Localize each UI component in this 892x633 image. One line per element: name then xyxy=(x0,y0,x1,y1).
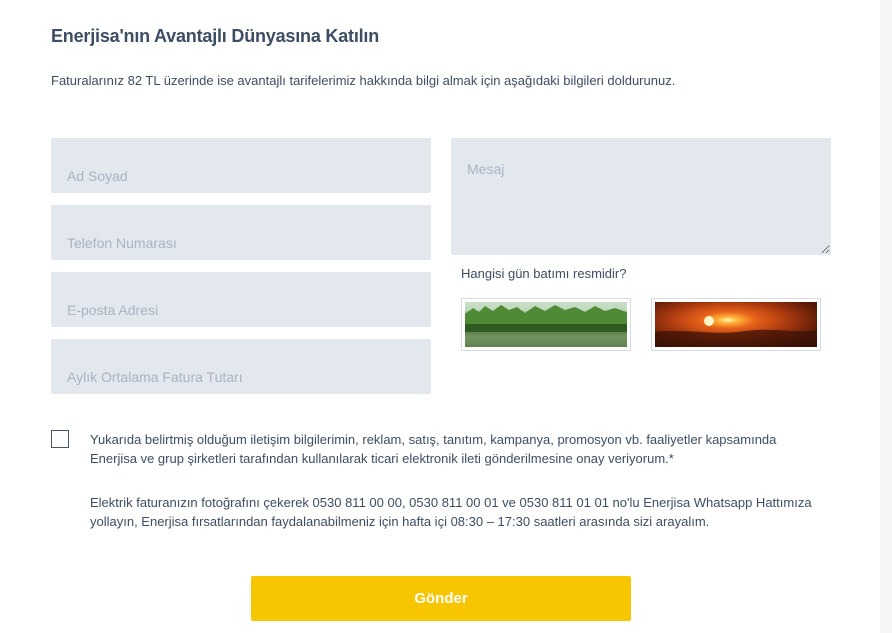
consent-checkbox[interactable] xyxy=(51,430,69,448)
submit-button[interactable]: Gönder xyxy=(251,576,631,621)
form-card: Enerjisa'nın Avantajlı Dünyasına Katılın… xyxy=(0,0,880,633)
captcha-question: Hangisi gün batımı resmidir? xyxy=(461,266,627,281)
sun-icon xyxy=(655,316,817,347)
captcha-option-sunset[interactable] xyxy=(651,298,821,351)
bill-amount-input[interactable] xyxy=(51,339,431,394)
name-input[interactable] xyxy=(51,138,431,193)
email-input[interactable] xyxy=(51,272,431,327)
forest-trees-icon xyxy=(465,305,627,347)
whatsapp-info-text: Elektrik faturanızın fotoğrafını çekerek… xyxy=(90,495,812,529)
forest-image xyxy=(465,302,627,347)
captcha-option-forest[interactable] xyxy=(461,298,631,351)
form-title: Enerjisa'nın Avantajlı Dünyasına Katılın xyxy=(51,26,380,46)
sunset-image xyxy=(655,302,817,347)
phone-input[interactable] xyxy=(51,205,431,260)
consent-text: Yukarıda belirtmiş olduğum iletişim bilg… xyxy=(90,432,777,466)
form-subtitle: Faturalarınız 82 TL üzerinde ise avantaj… xyxy=(51,73,676,88)
message-textarea[interactable] xyxy=(451,138,831,255)
